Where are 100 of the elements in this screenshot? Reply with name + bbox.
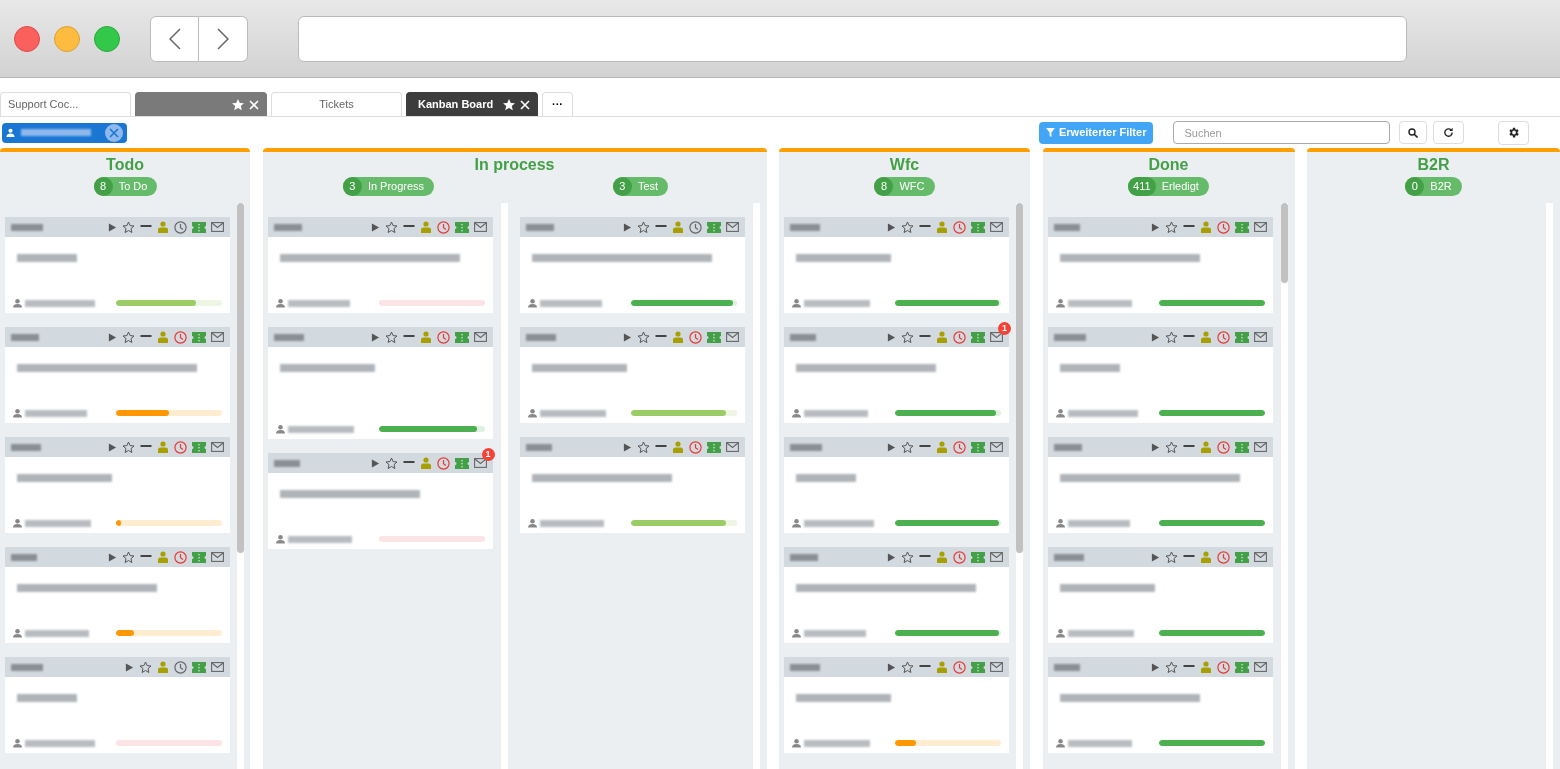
scrollbar[interactable]: [1280, 203, 1288, 769]
person-icon[interactable]: [157, 551, 169, 563]
scrollbar-thumb[interactable]: [237, 203, 244, 553]
minimize-window-button[interactable]: [54, 25, 80, 52]
person-icon[interactable]: [157, 441, 169, 453]
ticket-card[interactable]: [1047, 657, 1273, 753]
person-icon[interactable]: [1199, 661, 1212, 673]
envelope-icon[interactable]: [211, 552, 224, 562]
ticket-icon[interactable]: [1234, 331, 1249, 343]
star-icon[interactable]: [139, 660, 152, 674]
play-icon[interactable]: [108, 331, 117, 343]
envelope-icon[interactable]: [725, 332, 739, 342]
envelope-icon[interactable]: [990, 442, 1003, 452]
ticket-icon[interactable]: [192, 221, 206, 233]
envelope-icon[interactable]: [211, 332, 224, 342]
person-icon[interactable]: [1199, 551, 1212, 563]
play-icon[interactable]: [622, 331, 632, 343]
clock-icon[interactable]: [688, 220, 702, 234]
clock-icon[interactable]: [1216, 330, 1230, 344]
person-icon[interactable]: [157, 661, 169, 673]
play-icon[interactable]: [370, 221, 380, 233]
play-icon[interactable]: [108, 221, 117, 233]
clock-icon[interactable]: [688, 440, 702, 454]
star-icon[interactable]: [636, 440, 650, 454]
star-icon[interactable]: [384, 456, 398, 470]
person-icon[interactable]: [936, 331, 948, 343]
play-icon[interactable]: [108, 441, 117, 453]
clock-icon[interactable]: [1216, 550, 1230, 564]
ticket-icon[interactable]: [706, 221, 721, 233]
envelope-icon[interactable]: [211, 442, 224, 452]
clock-icon[interactable]: [1216, 220, 1230, 234]
person-icon[interactable]: [1199, 441, 1212, 453]
star-icon[interactable]: [901, 440, 914, 454]
envelope-icon[interactable]: [1253, 222, 1267, 232]
ticket-icon[interactable]: [192, 441, 206, 453]
envelope-icon[interactable]: [1253, 662, 1267, 672]
play-icon[interactable]: [887, 331, 896, 343]
play-icon[interactable]: [1150, 221, 1160, 233]
ticket-card[interactable]: [1047, 547, 1273, 643]
clock-icon[interactable]: [174, 660, 187, 674]
star-icon[interactable]: [1164, 660, 1178, 674]
ticket-card[interactable]: [1047, 437, 1273, 533]
envelope-icon[interactable]: [473, 332, 487, 342]
envelope-icon[interactable]: [1253, 332, 1267, 342]
address-bar[interactable]: [298, 15, 1407, 62]
play-icon[interactable]: [887, 661, 896, 673]
envelope-icon[interactable]: [990, 662, 1003, 672]
play-icon[interactable]: [1150, 441, 1160, 453]
star-icon[interactable]: [384, 330, 398, 344]
envelope-icon[interactable]: [725, 222, 739, 232]
star-icon[interactable]: [122, 330, 135, 344]
tab[interactable]: [135, 92, 267, 116]
search-button[interactable]: [1399, 121, 1428, 144]
clock-icon[interactable]: [436, 330, 450, 344]
star-icon[interactable]: [384, 220, 398, 234]
person-icon[interactable]: [419, 331, 432, 343]
ticket-card[interactable]: [267, 217, 493, 313]
star-icon[interactable]: [901, 330, 914, 344]
ticket-icon[interactable]: [1234, 551, 1249, 563]
person-icon[interactable]: [671, 331, 684, 343]
play-icon[interactable]: [1150, 661, 1160, 673]
ticket-card[interactable]: [784, 437, 1009, 533]
ticket-card[interactable]: [1047, 327, 1273, 423]
ticket-card[interactable]: [784, 547, 1009, 643]
clock-icon[interactable]: [953, 440, 966, 454]
ticket-icon[interactable]: [971, 661, 985, 673]
star-icon[interactable]: [1164, 330, 1178, 344]
search-field[interactable]: Suchen: [1173, 121, 1391, 144]
ticket-card[interactable]: [5, 547, 230, 643]
ticket-card[interactable]: [5, 217, 230, 313]
settings-button[interactable]: [1498, 120, 1530, 145]
ticket-icon[interactable]: [454, 331, 469, 343]
scrollbar-thumb[interactable]: [1280, 203, 1288, 283]
play-icon[interactable]: [887, 441, 896, 453]
envelope-icon[interactable]: [990, 222, 1003, 232]
ticket-icon[interactable]: [192, 331, 206, 343]
refresh-button[interactable]: [1433, 121, 1465, 144]
ticket-card[interactable]: [784, 657, 1009, 753]
ticket-card[interactable]: [519, 327, 745, 423]
ticket-card[interactable]: [784, 217, 1009, 313]
star-icon[interactable]: [636, 220, 650, 234]
person-icon[interactable]: [936, 661, 948, 673]
clock-icon[interactable]: [688, 330, 702, 344]
ticket-icon[interactable]: [454, 457, 469, 469]
ticket-icon[interactable]: [1234, 661, 1249, 673]
clock-icon[interactable]: [174, 550, 187, 564]
ticket-card[interactable]: [519, 437, 745, 533]
ticket-card[interactable]: [5, 437, 230, 533]
person-icon[interactable]: [936, 551, 948, 563]
ticket-icon[interactable]: [454, 221, 469, 233]
envelope-icon[interactable]: [473, 222, 487, 232]
star-icon[interactable]: [122, 550, 135, 564]
tab[interactable]: ···: [542, 92, 573, 116]
envelope-icon[interactable]: [990, 552, 1003, 562]
close-window-button[interactable]: [14, 25, 40, 52]
person-icon[interactable]: [671, 441, 684, 453]
envelope-icon[interactable]: [1253, 442, 1267, 452]
star-icon[interactable]: [122, 220, 135, 234]
play-icon[interactable]: [887, 221, 896, 233]
person-icon[interactable]: [157, 331, 169, 343]
